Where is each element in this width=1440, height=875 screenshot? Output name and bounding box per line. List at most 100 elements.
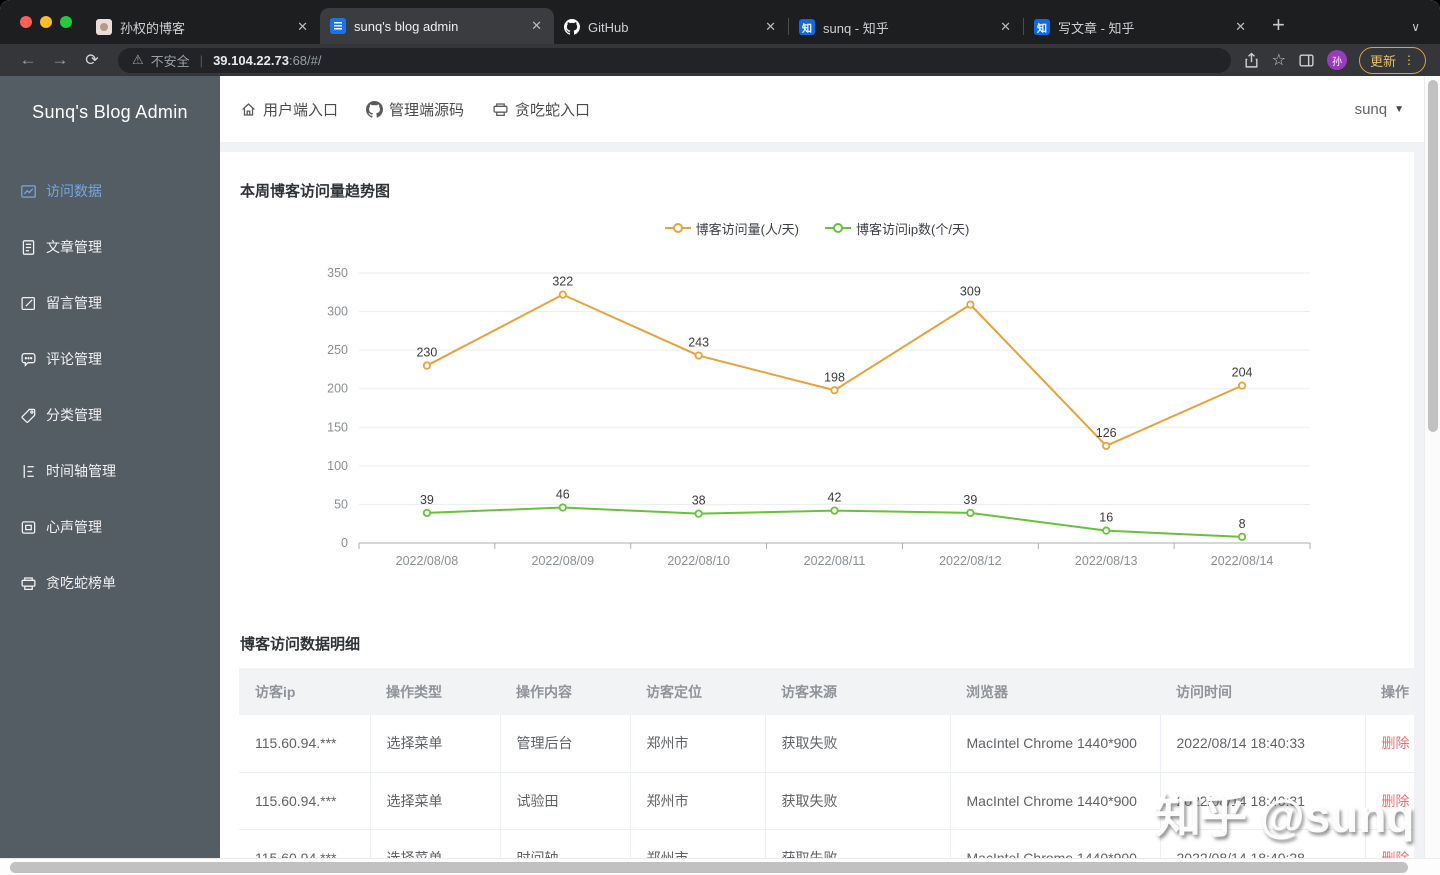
browser-tab[interactable]: GitHub ✕: [554, 10, 788, 44]
legend-item[interactable]: 博客访问量(人/天): [664, 218, 799, 238]
column-header: 访客定位: [630, 668, 765, 715]
app-title: Sunq's Blog Admin: [32, 102, 188, 122]
tab-close-icon[interactable]: ✕: [293, 19, 312, 35]
header-link[interactable]: 用户端入口: [240, 99, 338, 120]
sidebar: Sunq's Blog Admin 访问数据文章管理留言管理评论管理分类管理 时间…: [0, 76, 220, 875]
chrome-update-button[interactable]: 更新 ⋮: [1358, 46, 1426, 74]
sidebar-item-label: 评论管理: [46, 351, 102, 367]
new-tab-button[interactable]: +: [1258, 14, 1297, 44]
tab-close-icon[interactable]: ✕: [761, 19, 780, 35]
tab-close-icon[interactable]: ✕: [527, 18, 546, 34]
browser-tab[interactable]: sunq's blog admin ✕: [320, 8, 554, 44]
timeline-icon: [20, 463, 37, 480]
forward-icon[interactable]: →: [46, 50, 74, 70]
browser-tab[interactable]: 知 sunq - 知乎 ✕: [789, 10, 1023, 44]
header-link[interactable]: 管理端源码: [366, 99, 464, 120]
svg-text:38: 38: [692, 494, 706, 508]
delete-link[interactable]: 删除: [1382, 735, 1410, 751]
browser-tab[interactable]: 孙权的博客 ✕: [86, 10, 320, 44]
snake-icon: [20, 575, 37, 592]
svg-text:39: 39: [963, 493, 977, 507]
sidebar-item-label: 访问数据: [46, 183, 102, 199]
share-icon[interactable]: [1243, 52, 1260, 69]
sidebar-item-chart-line[interactable]: 访问数据: [0, 163, 220, 219]
top-header: 用户端入口 管理端源码 贪吃蛇入口 sunq ▼: [220, 76, 1440, 142]
visits-line-chart: 0 50 100 150 200 250 300 350 2022/08/08 2022/08/0…: [327, 266, 1311, 568]
tab-title: 孙权的博客: [120, 20, 186, 36]
profile-avatar[interactable]: 孙: [1326, 50, 1347, 70]
table-cell: 选择菜单: [370, 715, 501, 773]
browser-tab[interactable]: 知写文章 - 知乎 ✕: [1024, 10, 1258, 44]
sidebar-item-tag[interactable]: 分类管理: [0, 387, 220, 443]
menu-kebab-icon[interactable]: ⋮: [1403, 53, 1415, 67]
svg-text:200: 200: [327, 382, 348, 396]
user-dropdown[interactable]: sunq ▼: [1355, 101, 1404, 118]
tag-icon: [20, 407, 37, 424]
main-area: 用户端入口 管理端源码 贪吃蛇入口 sunq ▼ 本周博客访问量趋势图 博客访问量(人/…: [220, 76, 1440, 875]
svg-text:204: 204: [1232, 366, 1253, 380]
edit-icon: [20, 295, 37, 312]
svg-text:2022/08/13: 2022/08/13: [1075, 554, 1138, 568]
table-cell: 获取失败: [765, 715, 951, 773]
svg-text:150: 150: [327, 420, 348, 434]
photo-icon: [20, 519, 37, 536]
table-cell: 试验田: [500, 772, 631, 830]
svg-text:2022/08/12: 2022/08/12: [939, 554, 1002, 568]
url-host: 39.104.22.73: [213, 52, 289, 68]
tab-close-icon[interactable]: ✕: [1231, 19, 1250, 35]
content-panel: 本周博客访问量趋势图 博客访问量(人/天) 博客访问ip数(个/天) 0 50 100…: [220, 152, 1414, 875]
svg-text:50: 50: [334, 497, 348, 511]
column-header: 操作: [1365, 668, 1414, 715]
column-header: 访客来源: [765, 668, 950, 715]
sidebar-item-snake[interactable]: 贪吃蛇榜单: [0, 555, 220, 611]
fullscreen-window-button[interactable]: [60, 16, 72, 28]
legend-item[interactable]: 博客访问ip数(个/天): [824, 218, 969, 238]
table-cell-actions: 删除: [1365, 715, 1414, 773]
window-controls: [0, 0, 86, 44]
tab-search-chevron-icon[interactable]: ∨: [1411, 20, 1440, 44]
sidebar-item-edit[interactable]: 留言管理: [0, 275, 220, 331]
svg-text:100: 100: [327, 459, 348, 473]
minimize-window-button[interactable]: [40, 16, 52, 28]
sidebar-item-document[interactable]: 文章管理: [0, 219, 220, 275]
comment-icon: [20, 351, 37, 368]
visits-table: 访客ip 操作类型 操作内容 访客定位 访客来源 浏览器 访问时间 操作 115.60.94.*…: [239, 668, 1414, 875]
chart-line-icon: [20, 183, 37, 200]
table-cell: 获取失败: [765, 772, 951, 830]
back-icon[interactable]: ←: [14, 50, 42, 70]
svg-text:350: 350: [327, 266, 348, 280]
address-bar[interactable]: ⚠ 不安全 | 39.104.22.73:68/#/: [118, 47, 1231, 73]
sidebar-item-photo[interactable]: 心声管理: [0, 499, 220, 555]
sidebar-menu: 访问数据文章管理留言管理评论管理分类管理 时间轴管理 心声管理 贪吃蛇榜单: [0, 163, 220, 611]
sidebar-item-comment[interactable]: 评论管理: [0, 331, 220, 387]
table-cell: 郑州市: [630, 772, 766, 830]
zhihu-favicon: 知: [1034, 19, 1050, 35]
legend-line-marker-icon: [824, 223, 851, 233]
vertical-scrollbar-thumb[interactable]: [1428, 80, 1438, 432]
sidebar-item-timeline[interactable]: 时间轴管理: [0, 443, 220, 499]
table-cell-actions: 删除: [1365, 772, 1414, 830]
svg-text:250: 250: [327, 343, 348, 357]
close-window-button[interactable]: [20, 16, 32, 28]
header-link-label: 贪吃蛇入口: [515, 101, 591, 119]
column-header: 访客ip: [239, 668, 370, 715]
side-panel-icon[interactable]: [1298, 52, 1315, 69]
tab-close-icon[interactable]: ✕: [996, 19, 1015, 35]
reload-icon[interactable]: ⟳: [78, 50, 106, 70]
tab-strip: 孙权的博客 ✕ sunq's blog admin ✕ GitHub ✕ 知 sunq - 知…: [0, 0, 1440, 44]
svg-text:2022/08/14: 2022/08/14: [1211, 554, 1274, 568]
table-section-title: 博客访问数据明细: [240, 636, 361, 653]
horizontal-scrollbar-thumb[interactable]: [10, 862, 1408, 873]
svg-text:322: 322: [552, 275, 573, 289]
delete-link[interactable]: 删除: [1382, 793, 1410, 809]
table-cell: MacIntel Chrome 1440*900: [950, 772, 1161, 830]
svg-text:309: 309: [960, 285, 981, 299]
bookmark-star-icon[interactable]: ☆: [1272, 50, 1286, 70]
snake-icon: [492, 101, 509, 118]
table-row: 115.60.94.*** 选择菜单 试验田 郑州市 获取失败 MacIntel Chro…: [239, 772, 1414, 830]
svg-text:243: 243: [688, 336, 709, 350]
header-link-label: 管理端源码: [389, 101, 465, 119]
header-link[interactable]: 贪吃蛇入口: [492, 99, 590, 120]
sidebar-item-label: 文章管理: [46, 239, 102, 255]
svg-text:126: 126: [1096, 426, 1117, 440]
